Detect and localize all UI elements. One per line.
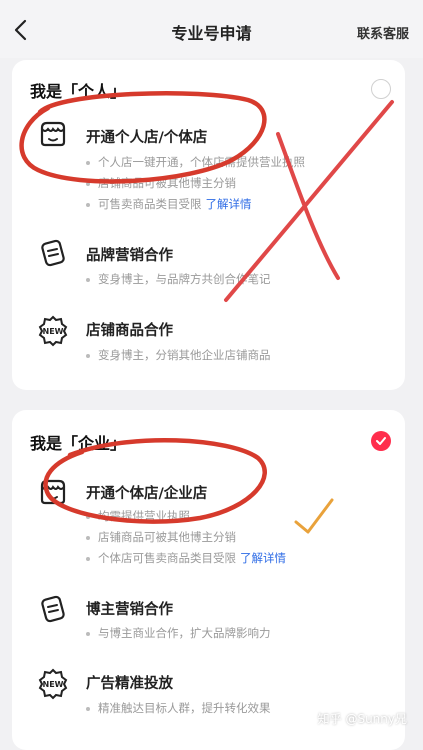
note-card-icon xyxy=(41,595,65,623)
option-bullet: 可售卖商品类目受限 了解详情 xyxy=(86,196,252,212)
note-card-icon xyxy=(41,239,65,267)
option-bullet: 个人店一键开通，个体店需提供营业执照 xyxy=(86,154,305,170)
option-title: 店铺商品合作 xyxy=(86,323,173,339)
option-bullet: 精准触达目标人群，提升转化效果 xyxy=(86,700,271,716)
option-bullet: 店铺商品可被其他博主分销 xyxy=(86,529,236,545)
option-bullet: 变身博主，与品牌方共创合作笔记 xyxy=(86,271,271,287)
store-icon xyxy=(40,121,66,147)
learn-more-link[interactable]: 了解详情 xyxy=(240,551,286,565)
svg-text:NEW: NEW xyxy=(43,327,64,336)
radio-checked-icon[interactable] xyxy=(371,431,391,451)
watermark: 知乎 @Sunny兄 xyxy=(317,712,407,726)
option-bullet: 个体店可售卖商品类目受限 了解详情 xyxy=(86,550,286,566)
option-title: 品牌营销合作 xyxy=(86,248,173,264)
card-title: 我是「个人」 xyxy=(30,82,127,101)
account-type-card-enterprise[interactable]: 我是「企业」 开通个体店/企业店 均需提供营业执照 店铺商品可被其他博主分销 个… xyxy=(12,410,405,750)
store-icon xyxy=(40,479,66,505)
option-bullet: 店铺商品可被其他博主分销 xyxy=(86,175,236,191)
new-badge-icon: NEW xyxy=(38,315,68,347)
option-bullet: 变身博主，分销其他企业店铺商品 xyxy=(86,347,271,363)
option-title: 广告精准投放 xyxy=(86,676,173,692)
new-badge-icon: NEW xyxy=(38,668,68,700)
account-type-card-personal[interactable]: 我是「个人」 开通个人店/个体店 个人店一键开通，个体店需提供营业执照 店铺商品… xyxy=(12,60,405,390)
option-bullet: 与博主商业合作，扩大品牌影响力 xyxy=(86,625,271,641)
option-bullet: 均需提供营业执照 xyxy=(86,508,190,524)
svg-text:NEW: NEW xyxy=(43,680,64,689)
contact-support-button[interactable]: 联系客服 xyxy=(357,23,409,42)
learn-more-link[interactable]: 了解详情 xyxy=(206,197,252,211)
option-title: 开通个体店/企业店 xyxy=(86,486,208,502)
option-title: 博主营销合作 xyxy=(86,602,173,618)
option-title: 开通个人店/个体店 xyxy=(86,130,208,146)
radio-unselected[interactable] xyxy=(371,79,391,99)
nav-bar: 专业号申请 联系客服 xyxy=(0,0,423,58)
card-title: 我是「企业」 xyxy=(30,434,127,453)
